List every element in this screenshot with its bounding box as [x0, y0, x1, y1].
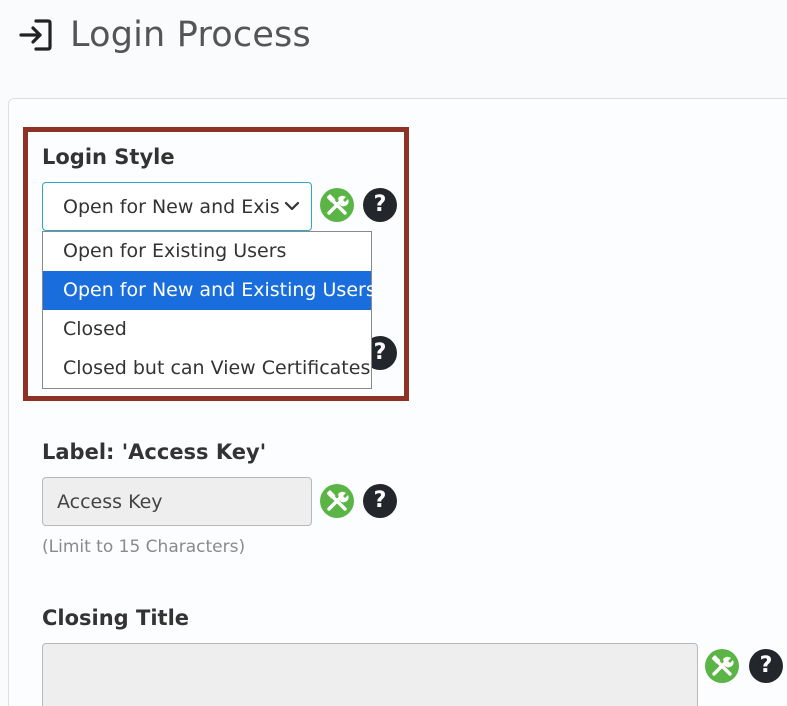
access-key-label: Label: 'Access Key' [42, 440, 267, 464]
login-style-selected-value: Open for New and Exis [63, 195, 280, 218]
login-style-label: Login Style [42, 145, 175, 169]
login-arrow-icon [19, 19, 52, 51]
help-icon[interactable]: ? [363, 188, 397, 222]
dropdown-option[interactable]: Closed but can View Certificates [43, 349, 371, 388]
closing-title-label: Closing Title [42, 606, 190, 630]
dropdown-option[interactable]: Closed [43, 310, 371, 349]
page-header: Login Process [18, 12, 311, 58]
help-icon[interactable]: ? [749, 649, 783, 683]
help-icon[interactable]: ? [363, 484, 397, 518]
tools-icon[interactable] [320, 188, 354, 222]
closing-title-input[interactable] [42, 643, 698, 706]
login-style-dropdown: Open for Existing Users Open for New and… [42, 231, 376, 389]
chevron-down-icon [284, 201, 300, 211]
tools-icon[interactable] [705, 649, 739, 683]
access-key-value: Access Key [57, 490, 163, 513]
access-key-hint: (Limit to 15 Characters) [42, 537, 246, 557]
login-style-select[interactable]: Open for New and Exis [42, 182, 312, 231]
tools-icon[interactable] [320, 484, 354, 518]
page-title: Login Process [70, 15, 311, 55]
access-key-input[interactable]: Access Key [42, 477, 312, 526]
dropdown-option[interactable]: Open for Existing Users [43, 232, 371, 271]
dropdown-option-selected[interactable]: Open for New and Existing Users [43, 271, 376, 310]
